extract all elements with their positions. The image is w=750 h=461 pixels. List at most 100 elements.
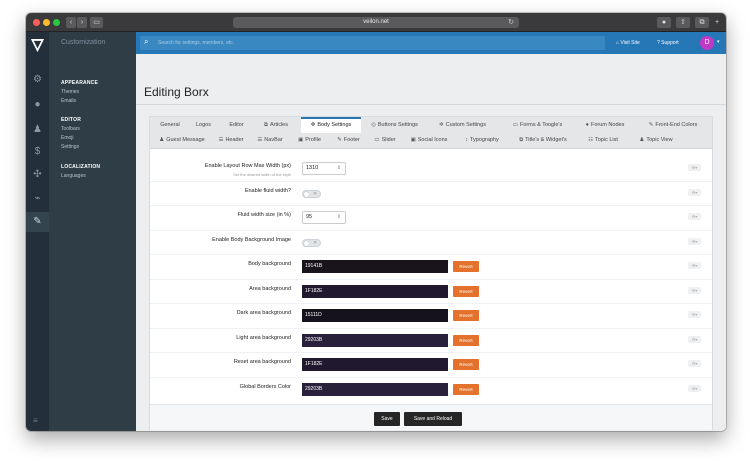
visit-site-link[interactable]: ⌂ Visit Site [616,40,640,46]
tab-articles[interactable]: ⧉ Articles [253,118,299,133]
new-tab-icon[interactable]: + [712,17,722,28]
color-input[interactable]: 29203B [302,382,448,396]
sidebar-group-title: LOCALIZATION [61,164,101,170]
color-input[interactable]: 1F182E [302,284,448,298]
setting-row-color: Reset area background 1F182E Revert ⚙▾ [150,353,712,378]
close-icon: ✕ [313,239,318,246]
save-button[interactable]: Save [374,412,400,426]
back-icon[interactable]: ‹ [66,17,76,28]
tab-logos[interactable]: Logos [187,118,220,133]
share-icon[interactable]: ⇧ [676,17,690,28]
setting-row-fluid-size: Fluid width size (in %) 95 ⇕ ⚙▾ [150,206,712,231]
reset-icon[interactable]: ⚙▾ [688,384,701,392]
sidebar-item-toolbars[interactable]: Toolbars [61,126,81,132]
sidebar-item-emoji[interactable]: Emoji [61,135,81,141]
reset-icon[interactable]: ⚙▾ [688,262,701,269]
search-input[interactable]: ⌕ Search for settings, members, etc. [140,36,605,50]
setting-row-color: Global Borders Color 29203B Revert ⚙▾ [150,378,712,403]
tab-social-icons[interactable]: ▣ Social Icons [403,133,455,148]
tab-profile[interactable]: ▣ Profile [290,133,329,148]
sidebar-toggle-icon[interactable]: ▭ [90,17,103,28]
fluid-width-toggle[interactable]: ✕ [302,189,321,198]
revert-button[interactable]: Revert [453,359,479,370]
tab-guest-message[interactable]: ♟ Guest Message [153,133,211,148]
tab-forum-nodes[interactable]: ● Forum Nodes [575,118,635,133]
close-icon: ✕ [313,190,318,197]
brush-icon[interactable]: ✎ [26,212,49,232]
sidebar-item-settings[interactable]: Settings [61,144,81,150]
body-bg-image-toggle[interactable]: ✕ [302,238,321,247]
tab-titles-widgets[interactable]: ⧉ Title's & Widget's [508,133,578,148]
sidebar-item-languages[interactable]: Languages [61,173,100,179]
save-reload-button[interactable]: Save and Reload [404,412,462,426]
spinner-icon: ⇕ [336,214,341,220]
copy-icon: ⧉ [519,137,524,143]
tab-forms-toggles[interactable]: ▭ Forms & Toogle's [500,118,575,133]
support-link[interactable]: ? Support [657,40,679,46]
menu-icon[interactable]: ≡ [33,416,38,425]
max-width-input[interactable]: 1310 ⇕ [302,162,346,175]
color-input[interactable]: 1F182E [302,358,448,371]
color-input[interactable]: 15111D [302,309,448,322]
sidebar-item-themes[interactable]: Themes [61,89,98,95]
tab-front-end-colors[interactable]: ✎ Front-End Colors [638,118,708,133]
revert-button[interactable]: Revert [453,285,479,297]
close-window-button[interactable] [33,19,40,26]
puzzle-icon[interactable]: ✣ [26,165,49,185]
avatar[interactable]: D [700,36,714,50]
setting-label: Area background [249,285,291,292]
chat-icon[interactable]: ● [26,95,49,115]
user-icon[interactable]: ♟ [26,120,49,140]
sidebar-item-emails[interactable]: Emails [61,98,98,104]
chart-icon[interactable]: ⌁ [26,189,49,209]
tab-header[interactable]: ☰ Header [211,133,251,148]
revert-button[interactable]: Revert [453,261,479,272]
keyboard-icon: ▭ [512,122,518,128]
reload-icon[interactable]: ↻ [508,17,514,28]
setting-row-fluid: Enable fluid width? ✕ ⚙▾ [150,182,712,206]
comments-icon: ● [585,122,589,128]
reset-icon[interactable]: ⚙▾ [688,311,701,318]
revert-button[interactable]: Revert [453,334,479,346]
reset-icon[interactable]: ⚙▾ [688,188,701,196]
sidebar-heading: Customization [61,39,106,46]
reset-icon[interactable]: ⚙▾ [688,360,701,367]
zoom-window-button[interactable] [53,19,60,26]
gears-icon[interactable]: ⚙ [26,70,49,90]
chevron-down-icon[interactable]: ▾ [717,39,720,45]
tab-navbar[interactable]: ☰ NavBar [251,133,289,148]
tab-body-settings[interactable]: ✤ Body Settings [301,117,361,133]
revert-button[interactable]: Revert [453,310,479,321]
tab-topic-view[interactable]: ♟ Topic View [628,133,684,148]
shield-icon[interactable]: ● [657,17,671,28]
color-input[interactable]: 29203B [302,333,448,347]
tab-editor[interactable]: Editor [220,118,253,133]
reset-icon[interactable]: ⚙▾ [688,164,701,171]
forward-icon[interactable]: › [77,17,87,28]
tab-typography[interactable]: ↕ Typography [456,133,508,148]
tab-slider[interactable]: ▭ Slider [368,133,402,148]
tab-topic-list[interactable]: ☷ Topic List [578,133,628,148]
color-input[interactable]: 19141B [302,260,448,273]
reset-icon[interactable]: ⚙▾ [688,286,701,294]
revert-button[interactable]: Revert [453,383,479,395]
minimize-window-button[interactable] [43,19,50,26]
tabs-icon[interactable]: ⧉ [695,17,709,28]
address-bar[interactable]: veilon.net ↻ [233,17,519,28]
reset-icon[interactable]: ⚙▾ [688,213,701,220]
reset-icon[interactable]: ⚙▾ [688,237,701,245]
tab-custom-settings[interactable]: ✲ Custom Settings [430,118,495,133]
bars-icon: ☰ [257,137,263,143]
tab-general[interactable]: General [153,118,187,133]
dollar-icon[interactable]: $ [26,142,49,162]
settings-icon: ◎ [371,122,376,128]
fluid-size-input[interactable]: 95 ⇕ [302,211,346,224]
setting-row-max-width: Enable Layout Row Max Width (px) Set the… [150,157,712,182]
setting-row-color: Body background 19141B Revert ⚙▾ [150,255,712,280]
reset-icon[interactable]: ⚙▾ [688,335,701,343]
setting-row-color: Area background 1F182E Revert ⚙▾ [150,280,712,304]
tab-buttons-settings[interactable]: ◎ Buttons Settings [362,118,427,133]
header-divider [136,104,726,105]
tab-footer[interactable]: ✎ Footer [330,133,367,148]
setting-row-body-bg-image: Enable Body Background Image ✕ ⚙▾ [150,231,712,255]
